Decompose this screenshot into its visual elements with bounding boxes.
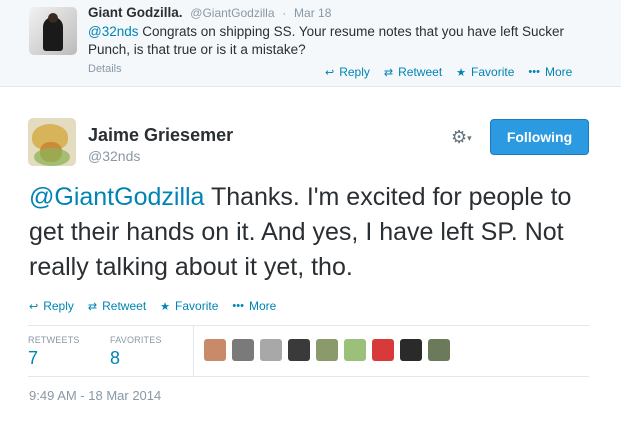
favoriter-avatars <box>204 339 456 361</box>
retweets-label: RETWEETS <box>28 335 80 345</box>
favoriter-avatar[interactable] <box>372 339 394 361</box>
favoriter-avatar[interactable] <box>288 339 310 361</box>
avatar-head <box>48 13 58 23</box>
chevron-down-icon: ▾ <box>467 132 472 143</box>
tweet-text: @GiantGodzilla Thanks. I'm excited for p… <box>29 180 601 285</box>
favorites-count: 8 <box>110 348 121 368</box>
retweets-stat[interactable]: RETWEETS 7 <box>28 335 80 369</box>
reply-icon: ↩ <box>29 300 39 313</box>
star-icon: ★ <box>160 300 171 313</box>
more-icon: ••• <box>528 66 540 78</box>
mention-link[interactable]: @32nds <box>88 24 139 39</box>
parent-author: Giant Godzilla. @GiantGodzilla · Mar 18 <box>88 5 331 20</box>
more-button[interactable]: ••• More <box>528 65 572 79</box>
favorite-label: Favorite <box>471 65 515 79</box>
favoriter-avatar[interactable] <box>316 339 338 361</box>
avatar-shape <box>34 148 70 166</box>
retweet-label: Retweet <box>398 65 443 79</box>
favorites-stat[interactable]: FAVORITES 8 <box>110 335 162 369</box>
retweet-button[interactable]: ⇄ Retweet <box>88 299 146 313</box>
parent-author-name[interactable]: Giant Godzilla. <box>88 5 183 20</box>
tweet-actions: ↩ Reply ⇄ Retweet ★ Favorite ••• More <box>29 299 290 313</box>
avatar[interactable] <box>29 7 77 55</box>
favoriter-avatar[interactable] <box>344 339 366 361</box>
tweet-stats: RETWEETS 7 FAVORITES 8 <box>28 325 589 377</box>
avatar[interactable] <box>28 118 76 166</box>
user-actions-menu[interactable]: ⚙▾ <box>451 127 472 148</box>
stats-divider <box>193 326 194 376</box>
parent-dot: · <box>282 6 287 20</box>
parent-author-handle[interactable]: @GiantGodzilla <box>190 6 274 20</box>
favoriter-avatar[interactable] <box>400 339 422 361</box>
gear-icon: ⚙ <box>451 127 468 147</box>
retweet-icon: ⇄ <box>87 300 98 313</box>
more-label: More <box>544 65 573 79</box>
retweet-label: Retweet <box>102 299 147 313</box>
following-button[interactable]: Following <box>490 119 589 155</box>
reply-button[interactable]: ↩ Reply <box>29 299 74 313</box>
parent-date[interactable]: Mar 18 <box>294 6 331 20</box>
favoriter-avatar[interactable] <box>428 339 450 361</box>
more-button[interactable]: ••• More <box>232 299 276 313</box>
favorite-button[interactable]: ★ Favorite <box>456 65 514 79</box>
author-handle[interactable]: @32nds <box>88 148 140 164</box>
retweet-icon: ⇄ <box>383 66 394 79</box>
parent-tweet-text: @32nds Congrats on shipping SS. Your res… <box>88 23 598 59</box>
favoriter-avatar[interactable] <box>232 339 254 361</box>
reply-icon: ↩ <box>325 66 335 79</box>
favorite-button[interactable]: ★ Favorite <box>160 299 218 313</box>
parent-tweet: Giant Godzilla. @GiantGodzilla · Mar 18 … <box>0 0 621 87</box>
mention-link[interactable]: @GiantGodzilla <box>29 183 204 211</box>
parent-body: Congrats on shipping SS. Your resume not… <box>88 24 565 57</box>
favorite-label: Favorite <box>175 299 219 313</box>
retweet-button[interactable]: ⇄ Retweet <box>384 65 442 79</box>
more-icon: ••• <box>232 300 244 312</box>
reply-label: Reply <box>339 65 370 79</box>
retweets-count: 7 <box>28 348 39 368</box>
favoriter-avatar[interactable] <box>204 339 226 361</box>
reply-button[interactable]: ↩ Reply <box>325 65 370 79</box>
star-icon: ★ <box>456 66 467 79</box>
parent-actions: ↩ Reply ⇄ Retweet ★ Favorite ••• More <box>325 65 586 79</box>
author-name[interactable]: Jaime Griesemer <box>88 125 233 146</box>
tweet-timestamp[interactable]: 9:49 AM - 18 Mar 2014 <box>29 388 161 403</box>
favorites-label: FAVORITES <box>110 335 162 345</box>
favoriter-avatar[interactable] <box>260 339 282 361</box>
reply-label: Reply <box>43 299 74 313</box>
more-label: More <box>248 299 277 313</box>
details-link[interactable]: Details <box>88 63 122 75</box>
